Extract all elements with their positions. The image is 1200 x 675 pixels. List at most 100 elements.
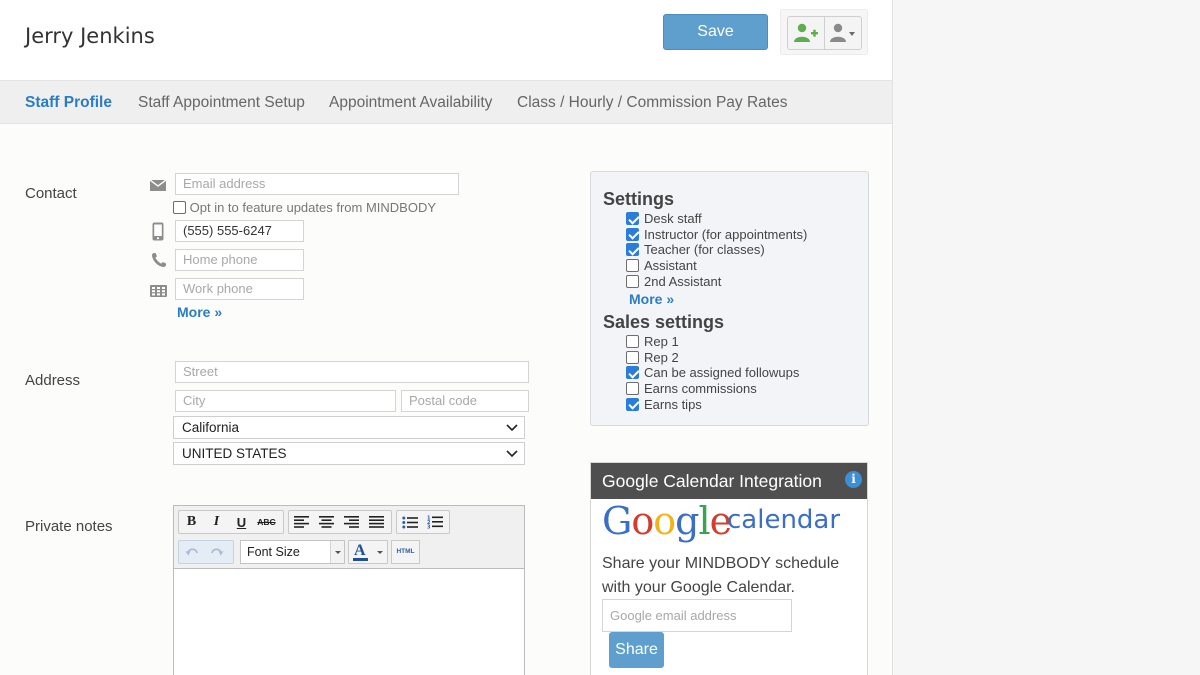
font-size-select[interactable]: Font Size <box>240 540 345 564</box>
svg-text:3: 3 <box>427 525 431 530</box>
google-calendar-panel: Google Calendar Integration i Google cal… <box>590 462 868 675</box>
tab-appointment-availability[interactable]: Appointment Availability <box>329 94 492 112</box>
setting-row[interactable]: Teacher (for classes) <box>626 242 765 257</box>
work-phone-icon <box>149 284 167 298</box>
tab-staff-profile[interactable]: Staff Profile <box>25 94 112 112</box>
sales-setting-checkbox[interactable] <box>626 366 639 380</box>
setting-checkbox[interactable] <box>626 274 639 288</box>
google-calendar-header: Google Calendar Integration i <box>591 463 867 499</box>
city-field[interactable]: City <box>175 390 396 412</box>
strikethrough-button[interactable]: ABC <box>254 511 279 533</box>
email-field[interactable]: Email address <box>175 173 459 195</box>
envelope-icon <box>149 177 167 193</box>
align-left-button[interactable] <box>289 511 314 533</box>
sales-setting-row[interactable]: Rep 2 <box>626 350 679 365</box>
font-size-dropdown-toggle[interactable] <box>330 541 344 563</box>
user-dropdown-icon <box>830 23 855 42</box>
html-source-button[interactable]: HTML <box>391 540 420 564</box>
country-value: UNITED STATES <box>182 446 287 461</box>
contact-more-link[interactable]: More » <box>177 304 222 320</box>
google-logo: Google <box>602 499 732 543</box>
postal-code-field[interactable]: Postal code <box>401 390 529 412</box>
sales-setting-label: Rep 1 <box>644 334 679 349</box>
opt-in-row[interactable]: Opt in to feature updates from MINDBODY <box>173 200 436 215</box>
opt-in-checkbox[interactable] <box>173 201 186 215</box>
justify-button[interactable] <box>364 511 389 533</box>
share-button[interactable]: Share <box>609 632 664 668</box>
sales-setting-checkbox[interactable] <box>626 350 639 364</box>
bold-button[interactable]: B <box>179 511 204 533</box>
add-user-icon <box>794 23 818 42</box>
opt-in-label: Opt in to feature updates from MINDBODY <box>189 200 437 215</box>
setting-row[interactable]: 2nd Assistant <box>626 274 721 289</box>
home-phone-icon <box>150 251 167 268</box>
address-label: Address <box>25 372 81 389</box>
align-right-icon <box>344 516 359 528</box>
calendar-logo-text: calendar <box>727 505 841 535</box>
numbered-list-icon: 123 <box>427 516 443 530</box>
chevron-down-icon <box>506 450 518 458</box>
settings-title: Settings <box>603 189 675 209</box>
tab-staff-appointment-setup[interactable]: Staff Appointment Setup <box>138 94 305 112</box>
numbered-list-button[interactable]: 123 <box>422 511 447 533</box>
italic-button[interactable]: I <box>204 511 229 533</box>
undo-icon <box>185 548 198 556</box>
street-field[interactable]: Street <box>175 361 529 383</box>
add-staff-button[interactable] <box>787 16 825 50</box>
font-color-button[interactable]: A <box>348 540 388 564</box>
save-button[interactable]: Save <box>663 14 768 50</box>
sales-setting-row[interactable]: Earns commissions <box>626 381 757 396</box>
country-select[interactable]: UNITED STATES <box>173 442 525 465</box>
font-color-swatch <box>353 558 368 561</box>
bullet-list-button[interactable] <box>397 511 422 533</box>
redo-button[interactable] <box>204 541 229 563</box>
mobile-phone-icon <box>151 221 165 241</box>
setting-checkbox[interactable] <box>626 243 639 257</box>
sales-setting-row[interactable]: Can be assigned followups <box>626 365 799 380</box>
align-center-icon <box>319 516 334 528</box>
state-select[interactable]: California <box>173 416 525 439</box>
home-phone-field[interactable]: Home phone <box>175 249 304 271</box>
work-phone-field[interactable]: Work phone <box>175 278 304 300</box>
info-icon[interactable]: i <box>845 471 862 488</box>
mobile-phone-field[interactable]: (555) 555-6247 <box>175 220 304 242</box>
setting-label: 2nd Assistant <box>644 273 722 289</box>
font-size-label: Font Size <box>247 545 300 559</box>
setting-label: Instructor (for appointments) <box>644 226 808 242</box>
align-center-button[interactable] <box>314 511 339 533</box>
redo-icon <box>210 548 223 556</box>
notes-text-area[interactable] <box>174 570 524 675</box>
google-calendar-description: Share your MINDBODY schedule with your G… <box>602 555 840 596</box>
setting-row[interactable]: Assistant <box>626 258 697 273</box>
align-right-button[interactable] <box>339 511 364 533</box>
sales-setting-checkbox[interactable] <box>626 397 639 411</box>
setting-label: Teacher (for classes) <box>644 242 765 258</box>
align-left-icon <box>294 516 309 528</box>
setting-checkbox[interactable] <box>626 212 639 226</box>
settings-more-link[interactable]: More » <box>629 291 674 307</box>
undo-button[interactable] <box>179 541 204 563</box>
google-email-field[interactable]: Google email address <box>602 599 792 632</box>
setting-checkbox[interactable] <box>626 227 639 241</box>
tab-pay-rates[interactable]: Class / Hourly / Commission Pay Rates <box>517 94 787 112</box>
sales-setting-label: Earns tips <box>644 396 702 412</box>
sales-setting-label: Rep 2 <box>644 349 679 365</box>
setting-row[interactable]: Desk staff <box>626 211 702 226</box>
setting-row[interactable]: Instructor (for appointments) <box>626 227 807 242</box>
sales-setting-checkbox[interactable] <box>626 382 639 396</box>
sales-setting-checkbox[interactable] <box>626 335 639 349</box>
private-notes-label: Private notes <box>25 518 113 535</box>
google-calendar-title: Google Calendar Integration <box>602 471 822 491</box>
sales-setting-row[interactable]: Rep 1 <box>626 334 679 349</box>
setting-label: Desk staff <box>644 211 702 226</box>
contact-label: Contact <box>25 185 77 202</box>
sales-settings-title: Sales settings <box>603 312 725 332</box>
sales-setting-label: Can be assigned followups <box>644 365 800 381</box>
user-menu-button[interactable] <box>824 16 862 50</box>
text-style-group: B I U ABC <box>178 510 284 534</box>
sales-setting-row[interactable]: Earns tips <box>626 397 702 412</box>
staff-actions-group <box>780 9 868 55</box>
editor-toolbar: B I U ABC 123 Font Size A HTML <box>174 506 524 569</box>
setting-checkbox[interactable] <box>626 259 639 273</box>
underline-button[interactable]: U <box>229 511 254 533</box>
